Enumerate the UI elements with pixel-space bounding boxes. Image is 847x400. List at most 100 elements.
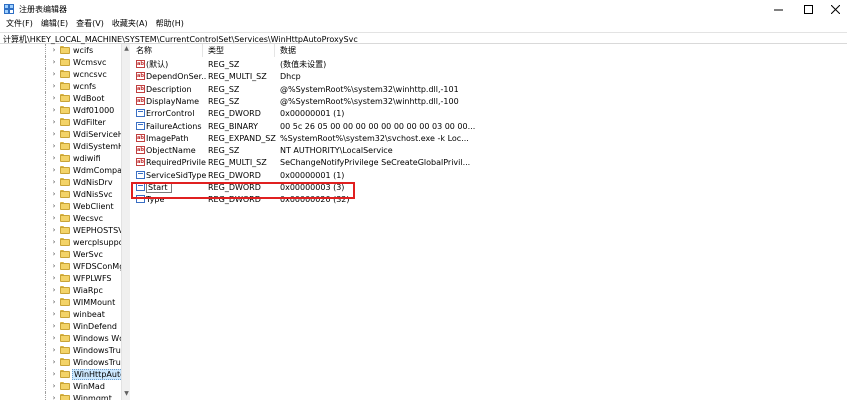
minimize-button[interactable] [763,0,793,18]
tree-item[interactable]: › WinMad [0,380,121,392]
tree-item-label[interactable]: Wecsvc [72,213,104,224]
expand-chevron-icon[interactable]: › [50,94,58,102]
tree-scrollbar[interactable]: ▲ ▼ [121,44,130,400]
tree-item[interactable]: › WIMMount [0,296,121,308]
tree-item[interactable]: › WinHttpAuto [0,368,127,380]
tree-item-label[interactable]: Wcmsvc [72,57,107,68]
expand-chevron-icon[interactable]: › [50,178,58,186]
registry-value-row[interactable]: ab DependOnSer... REG_MULTI_SZ Dhcp [131,70,847,82]
expand-chevron-icon[interactable]: › [50,322,58,330]
tree-item-label[interactable]: Windows Wc [72,333,125,344]
column-header-data[interactable]: 数据 [275,44,847,57]
column-header-name[interactable]: 名称 [131,44,203,57]
tree-item-label[interactable]: Wdf01000 [72,105,115,116]
tree-item-label[interactable]: WinHttpAuto [72,369,127,380]
tree-item-label[interactable]: WdmCompan [72,165,128,176]
tree-item-label[interactable]: WinDefend [72,321,118,332]
address-bar[interactable]: 计算机\HKEY_LOCAL_MACHINE\SYSTEM\CurrentCon… [0,32,847,44]
value-name[interactable]: Description [146,84,206,95]
tree-item[interactable]: › WdmCompan [0,164,127,176]
expand-chevron-icon[interactable]: › [50,250,58,258]
expand-chevron-icon[interactable]: › [50,310,58,318]
tree-item-label[interactable]: WFPLWFS [72,273,113,284]
tree-item-label[interactable]: WinMad [72,381,106,392]
tree-item-label[interactable]: Winmgmt [72,393,113,400]
tree-item[interactable]: › Windows Wc [0,332,124,344]
menu-favorites[interactable]: 收藏夹(A) [109,18,151,30]
tree-item[interactable]: › WdFilter [0,116,121,128]
expand-chevron-icon[interactable]: › [50,190,58,198]
value-name[interactable]: ServiceSidType [146,170,206,181]
column-header-type[interactable]: 类型 [203,44,275,57]
tree-item-label[interactable]: WindowsTrus [72,345,126,356]
expand-chevron-icon[interactable]: › [50,274,58,282]
value-name[interactable]: (默认) [146,59,206,70]
tree-item[interactable]: › wcncsvc [0,68,121,80]
tree-item-label[interactable]: wdiwifi [72,153,102,164]
expand-chevron-icon[interactable]: › [50,334,58,342]
tree-item[interactable]: › wercplsuppo [0,236,124,248]
tree-item[interactable]: › WEPHOSTSVC [0,224,129,236]
tree-item-label[interactable]: WIMMount [72,297,116,308]
tree-item-label[interactable]: WdNisSvc [72,189,114,200]
menu-file[interactable]: 文件(F) [3,18,36,30]
registry-value-row[interactable]: ab ObjectName REG_SZ NT AUTHORITY\LocalServ… [131,144,847,156]
value-name[interactable]: ImagePath [146,133,206,144]
value-name[interactable]: ObjectName [146,145,206,156]
expand-chevron-icon[interactable]: › [50,262,58,270]
tree-item[interactable]: › Wcmsvc [0,56,121,68]
expand-chevron-icon[interactable]: › [50,118,58,126]
menu-edit[interactable]: 编辑(E) [38,18,71,30]
expand-chevron-icon[interactable]: › [50,394,58,400]
expand-chevron-icon[interactable]: › [50,286,58,294]
expand-chevron-icon[interactable]: › [50,226,58,234]
close-button[interactable] [820,0,847,18]
registry-value-row[interactable]: ab ImagePath REG_EXPAND_SZ %SystemRoot%\sys… [131,132,847,144]
expand-chevron-icon[interactable]: › [50,382,58,390]
expand-chevron-icon[interactable]: › [50,58,58,66]
value-name[interactable]: RequiredPrivile... [146,157,206,168]
expand-chevron-icon[interactable]: › [50,166,58,174]
tree-item[interactable]: › WerSvc [0,248,121,260]
value-name[interactable]: ErrorControl [146,108,206,119]
expand-chevron-icon[interactable]: › [50,370,58,378]
tree-item-label[interactable]: wcnfs [72,81,97,92]
tree-item-label[interactable]: WerSvc [72,249,104,260]
tree-item-label[interactable]: WFDSConMg [72,261,125,272]
expand-chevron-icon[interactable]: › [50,154,58,162]
registry-value-row[interactable]: ab (默认) REG_SZ (数值未设置) [131,58,847,70]
expand-chevron-icon[interactable]: › [50,238,58,246]
expand-chevron-icon[interactable]: › [50,70,58,78]
expand-chevron-icon[interactable]: › [50,142,58,150]
expand-chevron-icon[interactable]: › [50,82,58,90]
tree-item[interactable]: › Wdf01000 [0,104,121,116]
registry-value-row[interactable]: FailureActions REG_BINARY 00 5c 26 05 00 0… [131,120,847,132]
value-list[interactable]: 名称 类型 数据 ab (默认) REG_SZ (数值未设置) ab DependOnSe… [131,44,847,400]
tree-item-label[interactable]: WdFilter [72,117,107,128]
tree-item[interactable]: › wdiwifi [0,152,121,164]
tree-item-label[interactable]: WebClient [72,201,115,212]
tree-item[interactable]: › wcifs [0,44,121,56]
tree-item[interactable]: › WdiServiceHo [0,128,129,140]
expand-chevron-icon[interactable]: › [50,358,58,366]
menu-view[interactable]: 查看(V) [73,18,107,30]
tree-item-label[interactable]: wcifs [72,45,94,56]
tree-item-label[interactable]: wercplsuppo [72,237,125,248]
expand-chevron-icon[interactable]: › [50,46,58,54]
registry-value-row[interactable]: ab Description REG_SZ @%SystemRoot%\system3… [131,83,847,95]
tree-item[interactable]: › WFDSConMg [0,260,124,272]
menu-help[interactable]: 帮助(H) [153,18,187,30]
key-tree[interactable]: › wcifs › Wcmsvc › wcncsvc › wcnfs › WdBoot › Wdf01… [0,44,130,400]
tree-item-label[interactable]: WdBoot [72,93,105,104]
tree-item[interactable]: › wcnfs [0,80,121,92]
expand-chevron-icon[interactable]: › [50,202,58,210]
tree-item[interactable]: › Wecsvc [0,212,121,224]
expand-chevron-icon[interactable]: › [50,346,58,354]
tree-item[interactable]: › winbeat [0,308,121,320]
scroll-down-icon[interactable]: ▼ [123,390,130,398]
scroll-up-icon[interactable]: ▲ [123,45,130,53]
tree-item-label[interactable]: wcncsvc [72,69,108,80]
tree-item[interactable]: › WindowsTrus [0,344,125,356]
tree-item[interactable]: › WdiSystemHo [0,140,129,152]
value-name[interactable]: DependOnSer... [146,71,206,82]
